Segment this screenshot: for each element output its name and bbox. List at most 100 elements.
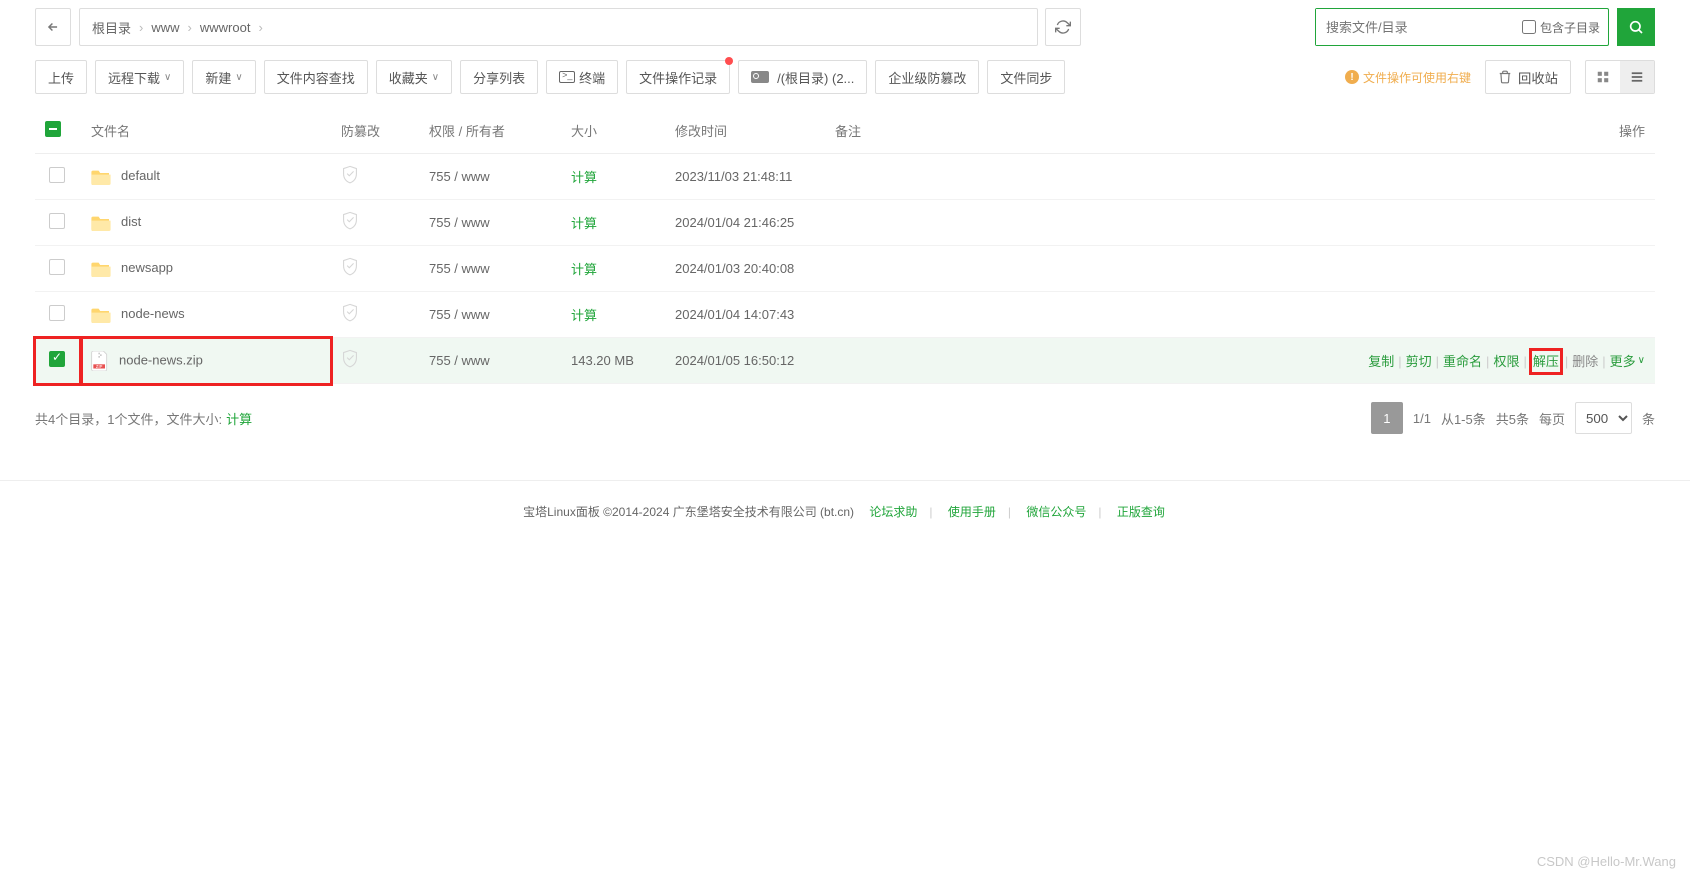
calc-size[interactable]: 计算 (571, 170, 597, 185)
col-action: 操作 (1073, 108, 1655, 154)
page-current[interactable]: 1 (1371, 402, 1403, 434)
file-name[interactable]: newsapp (121, 260, 173, 275)
breadcrumb-item[interactable]: www (151, 20, 179, 35)
share-list-button[interactable]: 分享列表 (460, 60, 538, 94)
content-search-button[interactable]: 文件内容查找 (264, 60, 368, 94)
chevron-down-icon: ∨ (164, 72, 171, 83)
file-name[interactable]: node-news (121, 306, 185, 321)
breadcrumb[interactable]: 根目录 › www › wwwroot › (79, 8, 1038, 46)
remote-download-button[interactable]: 远程下载∨ (95, 60, 184, 94)
new-button[interactable]: 新建∨ (192, 60, 255, 94)
shield-icon (341, 311, 359, 326)
include-subdir-checkbox[interactable]: 包含子目录 (1514, 19, 1608, 36)
row-checkbox[interactable] (49, 213, 65, 229)
search-button[interactable] (1617, 8, 1655, 46)
rename-action[interactable]: 重命名 (1443, 354, 1482, 369)
folder-icon (91, 169, 111, 185)
page-size-select[interactable]: 500 (1575, 402, 1632, 434)
upload-button[interactable]: 上传 (35, 60, 87, 94)
right-click-hint: !文件操作可使用右键 (1345, 69, 1471, 86)
summary: 共4个目录，1个文件，文件大小: 计算 (35, 409, 252, 428)
info-icon: ! (1345, 70, 1359, 84)
recycle-bin-button[interactable]: 回收站 (1485, 60, 1571, 94)
per-page-unit: 条 (1642, 409, 1655, 428)
calc-total-size[interactable]: 计算 (226, 409, 252, 428)
refresh-icon (1055, 19, 1071, 35)
search-input[interactable] (1316, 9, 1514, 45)
enterprise-tamper-button[interactable]: 企业级防篡改 (875, 60, 979, 94)
disk-icon (751, 71, 769, 83)
select-all-checkbox[interactable] (45, 121, 61, 137)
copy-action[interactable]: 复制 (1368, 354, 1394, 369)
file-name[interactable]: dist (121, 214, 141, 229)
notify-dot-icon (725, 57, 733, 65)
list-view-button[interactable] (1620, 61, 1654, 93)
row-checkbox[interactable] (49, 351, 65, 367)
terminal-button[interactable]: 终端 (546, 60, 618, 94)
breadcrumb-item[interactable]: 根目录 (92, 18, 131, 37)
col-remark: 备注 (825, 108, 1073, 154)
folder-icon (91, 215, 111, 231)
calc-size[interactable]: 计算 (571, 308, 597, 323)
verify-link[interactable]: 正版查询 (1117, 505, 1165, 519)
table-row[interactable]: newsapp755 / www计算2024/01/03 20:40:08 (35, 246, 1655, 292)
more-action[interactable]: 更多∨ (1610, 351, 1645, 370)
shield-icon (341, 173, 359, 188)
row-checkbox[interactable] (49, 305, 65, 321)
file-perm: 755 / www (429, 215, 490, 230)
unzip-action[interactable]: 解压 (1531, 350, 1561, 373)
forum-link[interactable]: 论坛求助 (869, 505, 917, 519)
svg-text:ZIP: ZIP (96, 364, 103, 369)
file-perm: 755 / www (429, 353, 490, 368)
table-row[interactable]: dist 755 / www 计算 2024/01/04 21:46:25 (35, 200, 1655, 246)
trash-icon (1498, 70, 1512, 84)
disk-button[interactable]: /(根目录) (2... (738, 60, 867, 94)
watermark: CSDN @Hello-Mr.Wang (1537, 854, 1676, 869)
pagination: 1 1/1 从1-5条 共5条 每页 500 条 (1371, 402, 1655, 434)
back-button[interactable] (35, 8, 71, 46)
operation-log-button[interactable]: 文件操作记录 (626, 60, 730, 94)
calc-size[interactable]: 计算 (571, 216, 597, 231)
zip-icon: ZIP (91, 351, 109, 371)
row-checkbox[interactable] (49, 167, 65, 183)
wechat-link[interactable]: 微信公众号 (1026, 505, 1086, 519)
file-mtime: 2024/01/03 20:40:08 (675, 261, 794, 276)
list-icon (1630, 70, 1644, 84)
chevron-right-icon: › (258, 20, 262, 35)
file-name[interactable]: default (121, 168, 160, 183)
file-sync-button[interactable]: 文件同步 (987, 60, 1065, 94)
shield-icon (341, 219, 359, 234)
refresh-button[interactable] (1045, 8, 1081, 46)
table-row[interactable]: node-news755 / www计算2024/01/04 14:07:43 (35, 292, 1655, 338)
chevron-right-icon: › (188, 20, 192, 35)
table-row[interactable]: ZIPnode-news.zip755 / www143.20 MB2024/0… (35, 338, 1655, 384)
delete-action[interactable]: 删除 (1572, 354, 1598, 369)
table-row[interactable]: default 755 / www 计算 2023/11/03 21:48:11 (35, 154, 1655, 200)
file-mtime: 2023/11/03 21:48:11 (675, 169, 792, 184)
manual-link[interactable]: 使用手册 (948, 505, 996, 519)
col-tamper: 防篡改 (331, 108, 419, 154)
shield-icon (341, 265, 359, 280)
favorites-button[interactable]: 收藏夹∨ (376, 60, 452, 94)
file-name[interactable]: node-news.zip (119, 352, 203, 367)
col-size[interactable]: 大小 (561, 108, 665, 154)
terminal-icon (559, 71, 575, 83)
file-mtime: 2024/01/05 16:50:12 (675, 353, 794, 368)
file-mtime: 2024/01/04 21:46:25 (675, 215, 794, 230)
col-mtime[interactable]: 修改时间 (665, 108, 825, 154)
row-checkbox[interactable] (49, 259, 65, 275)
file-perm: 755 / www (429, 169, 490, 184)
per-page-label: 每页 (1539, 409, 1565, 428)
col-perm: 权限 / 所有者 (419, 108, 561, 154)
chevron-right-icon: › (139, 20, 143, 35)
search-box: 包含子目录 (1315, 8, 1609, 46)
grid-view-button[interactable] (1586, 61, 1620, 93)
copyright: 宝塔Linux面板 ©2014-2024 广东堡塔安全技术有限公司 (bt.cn… (0, 481, 1690, 542)
chevron-down-icon: ∨ (432, 72, 439, 83)
view-toggle (1585, 60, 1655, 94)
perm-action[interactable]: 权限 (1493, 354, 1519, 369)
cut-action[interactable]: 剪切 (1406, 354, 1432, 369)
breadcrumb-item[interactable]: wwwroot (200, 20, 251, 35)
col-name[interactable]: 文件名 (81, 108, 331, 154)
calc-size[interactable]: 计算 (571, 262, 597, 277)
